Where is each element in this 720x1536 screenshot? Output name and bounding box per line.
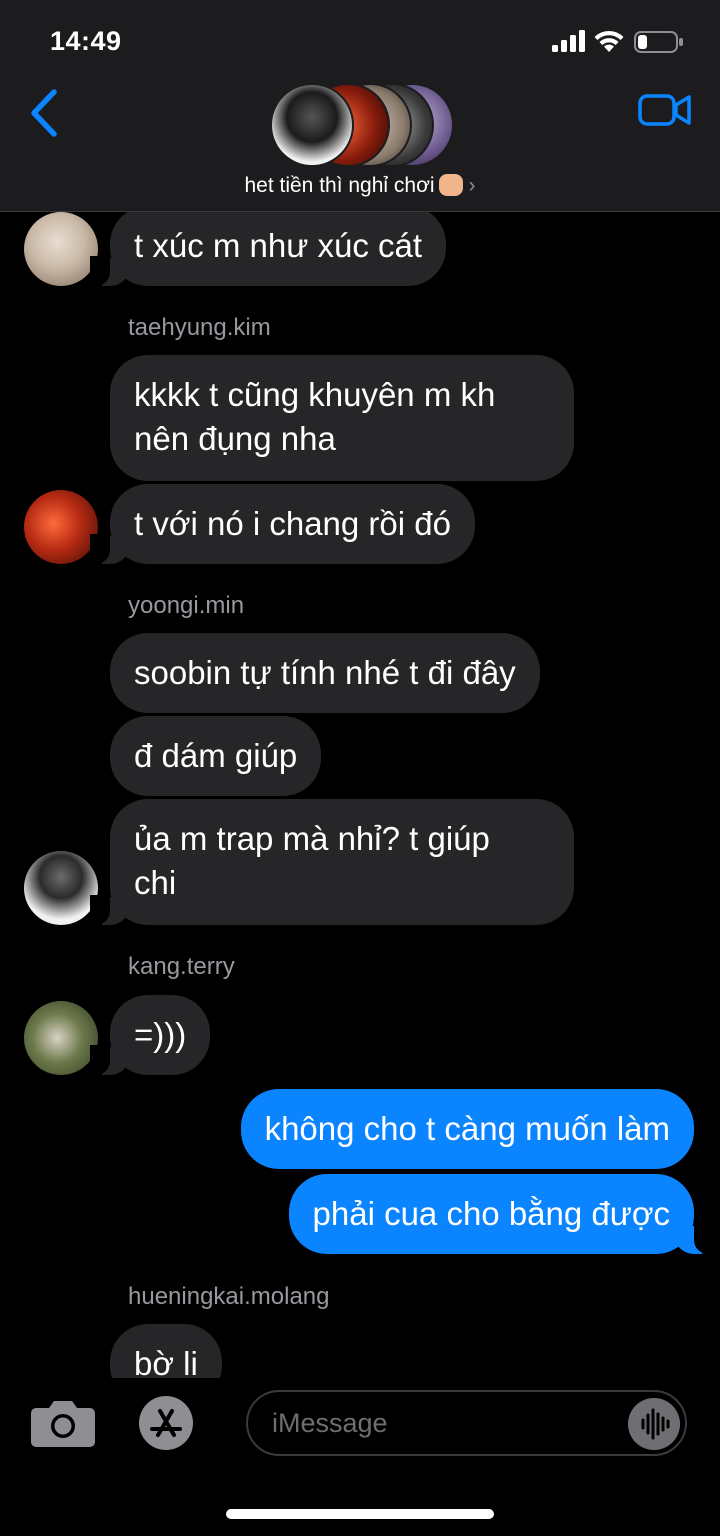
message-bubble-incoming[interactable]: ủa m trap mà nhỉ? t giúp chi [90, 799, 574, 925]
sender-name: hueningkai.molang [128, 1283, 330, 1310]
message-text: phải cua cho bằng được [312, 1195, 670, 1232]
avatar[interactable] [24, 851, 98, 925]
chevron-right-icon: › [468, 174, 476, 197]
message-text: không cho t càng muốn làm [264, 1110, 670, 1147]
message-text: ủa m trap mà nhỉ? t giúp [134, 820, 490, 857]
group-name[interactable]: het tiền thì nghỉ chơi › [0, 174, 720, 198]
message-text: soobin tự tính nhé t đi đây [134, 654, 516, 691]
video-camera-icon[interactable] [638, 92, 692, 128]
message-bubble-incoming[interactable]: kkkk t cũng khuyên m kh nên đụng nha [110, 355, 574, 481]
wifi-icon [594, 30, 624, 52]
message-text: nên đụng nha [134, 420, 336, 457]
message-text: đ dám giúp [134, 737, 298, 774]
message-bubble-incoming[interactable]: =))) [89, 995, 211, 1075]
message-text: chi [134, 864, 177, 901]
group-avatar-stack[interactable] [270, 83, 460, 167]
sender-name: yoongi.min [128, 592, 245, 619]
conversation-header: 14:49 het tiền thì nghỉ chơi › [0, 0, 720, 212]
message-bubble-incoming[interactable]: t với nó i chang rồi đó [90, 484, 475, 564]
audio-waveform-icon[interactable] [628, 1398, 680, 1450]
message-bubble-outgoing[interactable]: phải cua cho bằng được [288, 1174, 715, 1254]
message-text: t xúc m như xúc cát [134, 227, 423, 264]
message-bubble-incoming[interactable]: t xúc m như xúc cát [89, 206, 447, 286]
app-store-icon[interactable] [134, 1395, 206, 1451]
sender-name: kang.terry [128, 953, 235, 980]
message-bubble-incoming[interactable]: đ dám giúp [110, 716, 322, 796]
avatar[interactable] [24, 212, 98, 286]
cellular-signal-icon [552, 30, 585, 52]
battery-icon [634, 31, 683, 53]
imessage-input[interactable] [246, 1390, 687, 1456]
message-text: t với nó i chang rồi đó [134, 505, 451, 542]
sender-name: taehyung.kim [128, 314, 271, 341]
message-bubble-incoming[interactable]: soobin tự tính nhé t đi đây [110, 633, 540, 713]
status-time: 14:49 [50, 26, 122, 56]
chevron-left-icon[interactable] [24, 88, 64, 138]
fist-emoji-icon [438, 174, 463, 196]
message-text: kkkk t cũng khuyên m kh [134, 376, 496, 413]
avatar [270, 83, 354, 167]
message-text: =))) [134, 1016, 187, 1053]
home-indicator[interactable] [226, 1509, 494, 1519]
group-name-text: het tiền thì nghỉ chơi [244, 174, 435, 197]
camera-icon[interactable] [30, 1398, 96, 1448]
avatar[interactable] [24, 1001, 98, 1075]
message-bubble-outgoing[interactable]: không cho t càng muốn làm [240, 1089, 694, 1169]
avatar[interactable] [24, 490, 98, 564]
message-text: bờ li [134, 1345, 198, 1382]
